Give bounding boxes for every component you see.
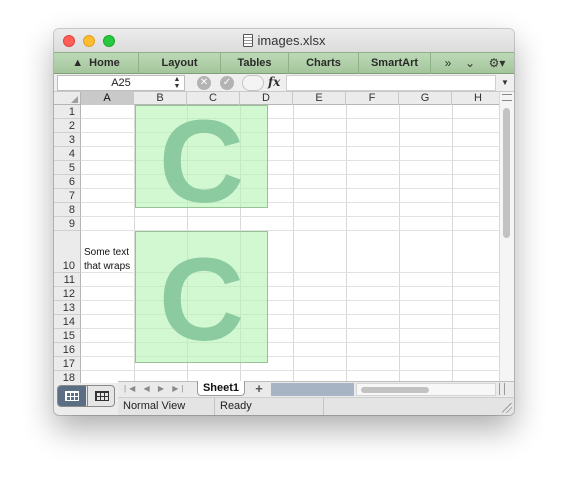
column-header-h[interactable]: H bbox=[452, 92, 499, 105]
vertical-scrollbar[interactable] bbox=[499, 92, 514, 383]
formula-input[interactable] bbox=[286, 75, 496, 91]
row-header-18[interactable]: 18 bbox=[54, 371, 81, 383]
tab-tables[interactable]: Tables bbox=[221, 53, 289, 74]
horizontal-scroll-thumb[interactable] bbox=[361, 387, 429, 393]
status-divider bbox=[323, 398, 324, 415]
cancel-formula-icon[interactable]: ✕ bbox=[197, 76, 211, 90]
sheet-tab-sheet1[interactable]: Sheet1 bbox=[197, 381, 245, 396]
row-header-10[interactable]: 10 bbox=[54, 231, 81, 273]
row-header-9[interactable]: 9 bbox=[54, 217, 81, 231]
horizontal-scrollbar[interactable] bbox=[356, 383, 496, 396]
tab-smartart-label: SmartArt bbox=[370, 57, 419, 69]
formula-bar: A25 ▲ ▼ ✕ ✓ fx ▼ bbox=[54, 74, 514, 92]
name-box-value: A25 bbox=[111, 77, 131, 89]
column-headers: A B C D E F G H bbox=[54, 92, 499, 105]
normal-view-button[interactable] bbox=[58, 386, 86, 406]
document-icon bbox=[242, 34, 253, 47]
select-all-corner[interactable] bbox=[54, 92, 81, 105]
tab-tables-label: Tables bbox=[237, 57, 272, 69]
page-layout-view-button[interactable] bbox=[87, 386, 114, 406]
row-header-3[interactable]: 3 bbox=[54, 133, 81, 147]
row-header-16[interactable]: 16 bbox=[54, 343, 81, 357]
column-header-a[interactable]: A bbox=[81, 92, 134, 105]
accept-formula-icon[interactable]: ✓ bbox=[220, 76, 234, 90]
row-header-6[interactable]: 6 bbox=[54, 175, 81, 189]
name-box-stepper[interactable]: ▲ ▼ bbox=[171, 76, 183, 90]
tab-strip-area bbox=[271, 383, 354, 396]
column-header-e[interactable]: E bbox=[293, 92, 346, 105]
column-header-b[interactable]: B bbox=[134, 92, 187, 105]
ribbon-collapse-button[interactable]: ⌄ bbox=[460, 53, 480, 74]
image-letter: C bbox=[158, 234, 245, 363]
row-header-11[interactable]: 11 bbox=[54, 273, 81, 287]
column-header-c[interactable]: C bbox=[187, 92, 240, 105]
row-header-7[interactable]: 7 bbox=[54, 189, 81, 203]
row-header-13[interactable]: 13 bbox=[54, 301, 81, 315]
horizontal-split-handle-icon[interactable] bbox=[499, 383, 505, 395]
tab-charts[interactable]: Charts bbox=[289, 53, 359, 74]
tab-smartart[interactable]: SmartArt bbox=[359, 53, 431, 74]
formula-expand-icon[interactable]: ▼ bbox=[498, 76, 512, 90]
title-bar: images.xlsx bbox=[54, 29, 514, 52]
gear-icon: ⚙▾ bbox=[488, 56, 506, 70]
row-header-14[interactable]: 14 bbox=[54, 315, 81, 329]
tab-charts-label: Charts bbox=[306, 57, 341, 69]
insert-function-button[interactable]: fx bbox=[268, 75, 280, 89]
row-gridline bbox=[81, 216, 499, 217]
row-header-2[interactable]: 2 bbox=[54, 119, 81, 133]
split-handle-icon[interactable] bbox=[502, 94, 512, 101]
status-view-mode: Normal View bbox=[123, 400, 186, 412]
tab-layout-label: Layout bbox=[161, 57, 198, 69]
ribbon-overflow-button[interactable]: » bbox=[436, 53, 460, 74]
column-header-f[interactable]: F bbox=[346, 92, 399, 105]
home-icon: ▲ bbox=[72, 57, 84, 69]
overflow-icon: » bbox=[444, 56, 452, 70]
tab-layout[interactable]: Layout bbox=[139, 53, 221, 74]
resize-grip-icon[interactable] bbox=[502, 403, 512, 413]
sheet-navigation-arrows[interactable]: |◀ ◀ ▶ ▶| bbox=[124, 382, 186, 396]
row-header-5[interactable]: 5 bbox=[54, 161, 81, 175]
column-header-g[interactable]: G bbox=[399, 92, 452, 105]
normal-view-icon bbox=[65, 391, 79, 401]
view-switcher bbox=[57, 385, 115, 407]
row-header-12[interactable]: 12 bbox=[54, 287, 81, 301]
status-bar: Normal View Ready bbox=[118, 397, 514, 415]
name-box[interactable]: A25 bbox=[57, 75, 185, 91]
page-layout-view-icon bbox=[95, 391, 109, 401]
inserted-image[interactable]: C bbox=[135, 105, 268, 208]
row-header-17[interactable]: 17 bbox=[54, 357, 81, 371]
status-ready: Ready bbox=[220, 400, 252, 412]
image-letter: C bbox=[158, 105, 245, 208]
chevron-down-icon: ⌄ bbox=[464, 56, 476, 70]
row-header-1[interactable]: 1 bbox=[54, 105, 81, 119]
row-header-15[interactable]: 15 bbox=[54, 329, 81, 343]
vertical-scroll-thumb[interactable] bbox=[503, 108, 510, 238]
add-sheet-button[interactable]: + bbox=[249, 382, 269, 396]
tab-home[interactable]: ▲ Home bbox=[54, 53, 139, 74]
inserted-image[interactable]: C bbox=[135, 231, 268, 363]
sheet-tab-bar: |◀ ◀ ▶ ▶| Sheet1 + bbox=[118, 381, 514, 396]
ribbon-settings-button[interactable]: ⚙▾ bbox=[482, 53, 512, 74]
status-divider bbox=[214, 398, 215, 415]
cell-a10[interactable]: Some text that wraps bbox=[84, 246, 136, 274]
excel-window: images.xlsx ▲ Home Layout Tables Charts S… bbox=[54, 29, 514, 415]
window-title: images.xlsx bbox=[257, 33, 326, 48]
row-header-8[interactable]: 8 bbox=[54, 203, 81, 217]
column-header-d[interactable]: D bbox=[240, 92, 293, 105]
ribbon-tabs: ▲ Home Layout Tables Charts SmartArt » ⌄ … bbox=[54, 52, 514, 74]
worksheet-grid[interactable]: A B C D E F G H 1 2 3 4 5 6 7 8 9 10 11 12 13 14 15 16 1… bbox=[54, 92, 499, 383]
window-title-wrap: images.xlsx bbox=[54, 33, 514, 48]
row-gridline bbox=[81, 370, 499, 371]
tab-home-label: Home bbox=[89, 57, 120, 69]
formula-builder-toggle[interactable] bbox=[242, 75, 264, 91]
row-header-4[interactable]: 4 bbox=[54, 147, 81, 161]
